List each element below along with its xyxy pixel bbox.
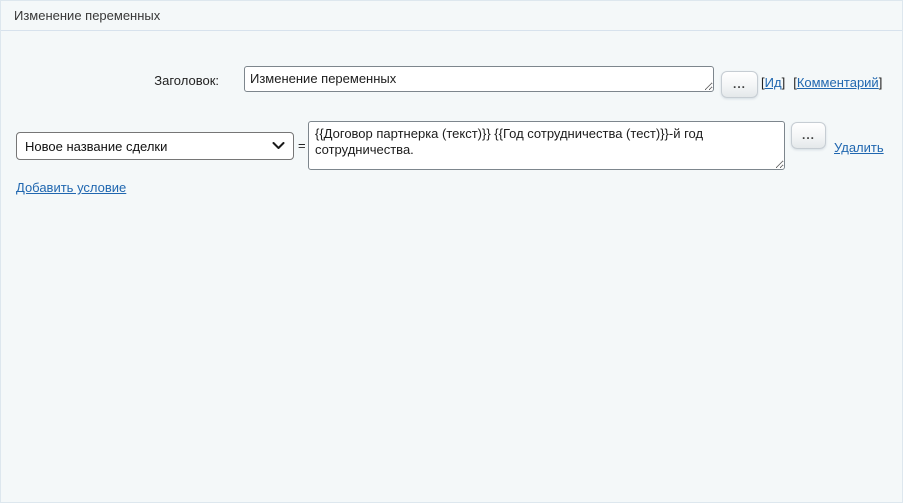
equals-sign: = bbox=[298, 138, 306, 153]
value-insert-value-button[interactable]: ... bbox=[791, 122, 826, 149]
title-field-label: Заголовок: bbox=[1, 73, 219, 88]
variables-modification-panel: Изменение переменных Заголовок: Изменени… bbox=[0, 0, 903, 503]
panel-title: Изменение переменных bbox=[1, 1, 902, 31]
delete-condition-link[interactable]: Удалить bbox=[834, 140, 884, 155]
id-link-group: [Ид] bbox=[761, 75, 785, 90]
id-link[interactable]: Ид bbox=[765, 75, 782, 90]
variable-select-wrap: Новое название сделки bbox=[16, 132, 294, 160]
comment-bracket-close: ] bbox=[879, 75, 883, 90]
id-bracket-close: ] bbox=[782, 75, 786, 90]
title-input[interactable]: Изменение переменных bbox=[244, 66, 714, 92]
title-meta-links: [Ид] [Комментарий] bbox=[761, 75, 882, 90]
variable-value-input[interactable]: {{Договор партнерка (текст)}} {{Год сотр… bbox=[308, 121, 785, 170]
add-condition-link[interactable]: Добавить условие bbox=[16, 180, 126, 195]
comment-link[interactable]: Комментарий bbox=[797, 75, 879, 90]
variable-select[interactable]: Новое название сделки bbox=[16, 132, 294, 160]
title-insert-value-button[interactable]: ... bbox=[721, 71, 758, 98]
comment-link-group: [Комментарий] bbox=[793, 75, 882, 90]
